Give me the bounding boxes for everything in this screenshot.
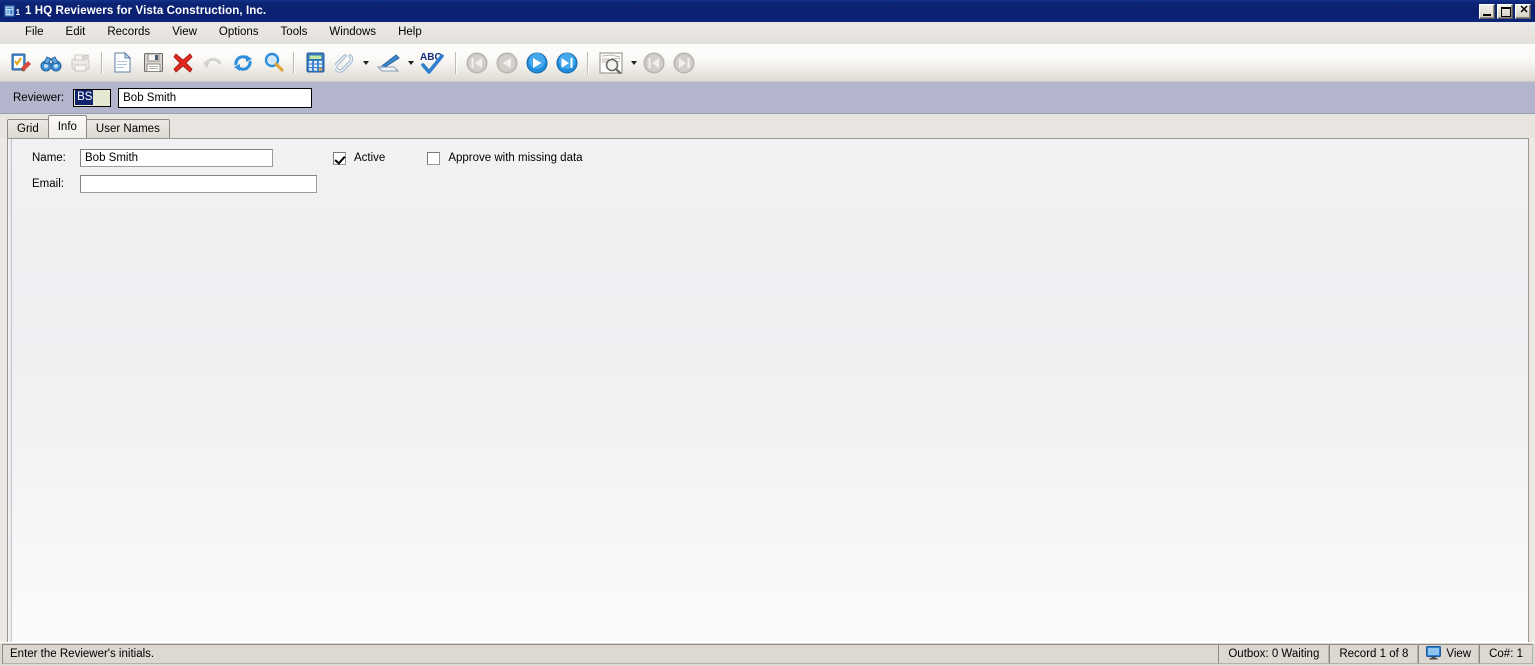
minimize-button[interactable] (1479, 3, 1495, 19)
status-company-number[interactable]: Co#: 1 (1479, 644, 1533, 664)
form-client-area: Name: Bob Smith Active Approve with miss… (7, 138, 1529, 642)
next-record-icon[interactable] (522, 47, 552, 79)
window-controls: ✕ (1479, 3, 1531, 19)
reviewer-label: Reviewer: (13, 91, 65, 104)
toolbar-separator (101, 51, 103, 74)
toolbar-separator (293, 51, 295, 74)
email-input[interactable] (80, 175, 317, 193)
name-input[interactable]: Bob Smith (80, 149, 273, 167)
status-view-mode[interactable]: View (1418, 644, 1480, 664)
name-input-value: Bob Smith (85, 152, 139, 164)
window-title: 1 HQ Reviewers for Vista Construction, I… (25, 5, 267, 17)
menu-item-edit[interactable]: Edit (55, 23, 97, 42)
first-record-icon (462, 47, 492, 79)
status-view-label: View (1446, 648, 1472, 660)
active-label: Active (354, 152, 386, 164)
scanner-dropdown-arrow-icon[interactable] (405, 48, 416, 78)
print-grid-icon (66, 47, 96, 79)
tab-strip: Grid Info User Names (0, 114, 1535, 138)
previous-page-icon (639, 47, 669, 79)
scanner-icon[interactable] (371, 47, 405, 79)
menu-item-help[interactable]: Help (387, 23, 433, 42)
print-preview-icon[interactable] (594, 47, 628, 79)
name-label: Name: (32, 152, 66, 164)
tab-grid[interactable]: Grid (7, 119, 49, 138)
edit-record-icon[interactable] (6, 47, 36, 79)
new-record-icon[interactable] (108, 47, 138, 79)
attachment-dropdown-arrow-icon[interactable] (360, 48, 371, 78)
reviewer-name-display[interactable]: Bob Smith (118, 87, 313, 108)
menu-item-options[interactable]: Options (208, 23, 270, 42)
approve-missing-data-label: Approve with missing data (448, 152, 583, 164)
next-page-icon (669, 47, 699, 79)
toolbar: ABC (0, 44, 1535, 82)
menu-bar: File Edit Records View Options Tools Win… (0, 22, 1535, 44)
tab-info[interactable]: Info (47, 115, 87, 138)
maximize-button[interactable] (1497, 3, 1513, 19)
last-record-icon[interactable] (552, 47, 582, 79)
email-row: Email: (20, 171, 1528, 197)
menu-item-tools[interactable]: Tools (270, 23, 319, 42)
name-row: Name: Bob Smith Active Approve with miss… (20, 145, 1528, 171)
search-icon[interactable] (258, 47, 288, 79)
binoculars-find-icon[interactable] (36, 47, 66, 79)
close-button[interactable]: ✕ (1515, 3, 1531, 19)
approve-missing-data-checkbox[interactable] (427, 151, 441, 165)
application-window: 1 1 HQ Reviewers for Vista Construction,… (0, 0, 1535, 666)
status-bar: Enter the Reviewer's initials. Outbox: 0… (0, 642, 1535, 666)
status-record-position[interactable]: Record 1 of 8 (1329, 644, 1419, 664)
undo-icon (198, 47, 228, 79)
email-label: Email: (32, 178, 64, 190)
active-checkbox[interactable] (333, 151, 346, 165)
spell-check-icon[interactable]: ABC (416, 47, 450, 79)
document-record-icon: 1 (4, 4, 21, 19)
menu-item-view[interactable]: View (161, 23, 208, 42)
delete-record-icon[interactable] (168, 47, 198, 79)
menu-item-records[interactable]: Records (96, 23, 161, 42)
reviewer-info-form: Name: Bob Smith Active Approve with miss… (20, 145, 1528, 197)
save-icon[interactable] (138, 47, 168, 79)
checkbox-group: Active Approve with missing data (333, 151, 583, 165)
monitor-icon (1426, 645, 1442, 663)
toolbar-separator (587, 51, 589, 74)
refresh-icon[interactable] (228, 47, 258, 79)
approve-missing-data-checkbox-wrap[interactable]: Approve with missing data (427, 151, 583, 165)
calculator-icon[interactable] (300, 47, 330, 79)
menu-item-windows[interactable]: Windows (318, 23, 387, 42)
tab-user-names[interactable]: User Names (85, 119, 170, 138)
status-hint: Enter the Reviewer's initials. (2, 644, 1219, 664)
reviewer-code-value: BS (75, 90, 94, 105)
reviewer-header-band: Reviewer: BS Bob Smith (0, 82, 1535, 114)
toolbar-separator (455, 51, 457, 74)
svg-text:1: 1 (16, 8, 20, 17)
menu-item-file[interactable]: File (14, 23, 55, 42)
status-outbox[interactable]: Outbox: 0 Waiting (1218, 644, 1330, 664)
active-checkbox-wrap[interactable]: Active (333, 151, 386, 165)
print-preview-dropdown-arrow-icon[interactable] (628, 48, 639, 78)
previous-record-icon (492, 47, 522, 79)
title-bar: 1 1 HQ Reviewers for Vista Construction,… (0, 0, 1535, 22)
reviewer-name-value: Bob Smith (123, 91, 177, 104)
reviewer-code-input[interactable]: BS (73, 88, 112, 107)
attachment-paperclip-icon[interactable] (330, 47, 360, 79)
